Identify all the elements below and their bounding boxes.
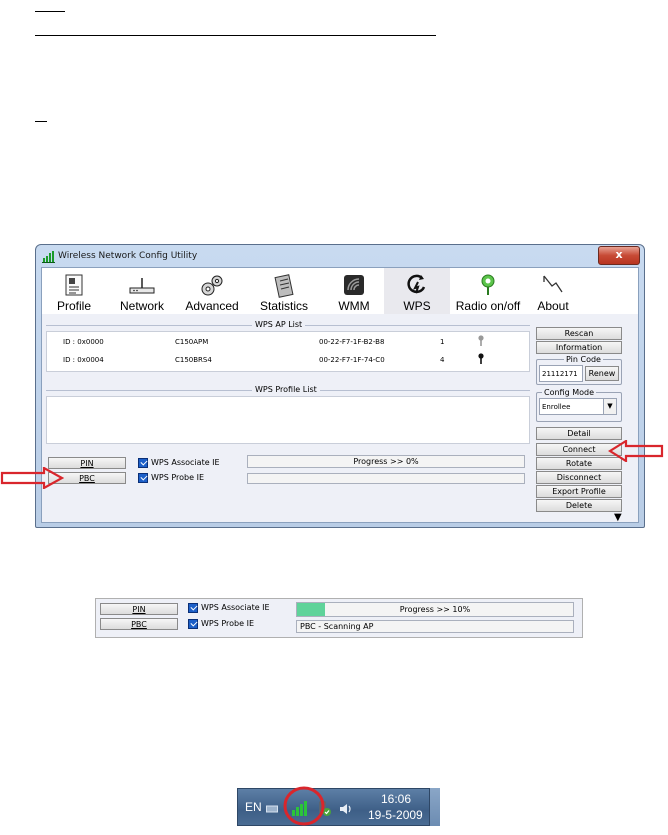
table-row[interactable]: ID : 0x0000 C150APM 00-22-F7-1F-B2-B8 1 — [47, 335, 529, 349]
wps-progress-bar: Progress >> 0% — [247, 455, 525, 468]
wireless-app-icon — [42, 251, 55, 263]
wps-ap-list-title: WPS AP List — [252, 320, 306, 329]
doc-underline-2 — [35, 35, 436, 36]
tab-network[interactable]: Network — [110, 268, 174, 314]
wps-profile-list-title: WPS Profile List — [252, 385, 320, 394]
ap-bssid: 00-22-F7-1F-74-C0 — [319, 356, 385, 364]
ap-bssid: 00-22-F7-1F-B2-B8 — [319, 338, 385, 346]
table-row[interactable]: ID : 0x0004 C150BRS4 00-22-F7-1F-74-C0 4 — [47, 353, 529, 367]
pbc-button[interactable]: PBC — [100, 618, 178, 630]
network-icon — [129, 278, 155, 294]
title-bar[interactable]: Wireless Network Config Utility x — [36, 245, 644, 267]
tab-radio-onoff[interactable]: Radio on/off — [450, 268, 526, 314]
clock-date[interactable]: 19-5-2009 — [368, 808, 423, 822]
config-mode-legend: Config Mode — [542, 388, 597, 397]
highlight-circle-icon — [283, 786, 325, 826]
tab-radio-label: Radio on/off — [455, 299, 521, 313]
language-indicator[interactable]: EN — [245, 800, 262, 814]
radio-icon — [481, 274, 495, 295]
ap-ssid: C150APM — [175, 338, 209, 346]
show-desktop-button[interactable] — [430, 788, 440, 826]
wps-status-field: PBC - Scanning AP — [296, 620, 574, 633]
profile-icon — [65, 274, 83, 296]
pin-button[interactable]: PIN — [100, 603, 178, 615]
doc-underline-3 — [35, 121, 47, 122]
tab-wps[interactable]: WPS — [384, 268, 450, 314]
tab-statistics[interactable]: Statistics — [252, 268, 316, 314]
ap-channel: 1 — [440, 338, 445, 346]
disconnect-button[interactable]: Disconnect — [536, 471, 622, 484]
rescan-button[interactable]: Rescan — [536, 327, 622, 340]
advanced-gears-icon — [201, 275, 223, 296]
ap-ssid: C150BRS4 — [175, 356, 212, 364]
wps-progress-panel: PIN PBC WPS Associate IE WPS Probe IE Pr… — [95, 598, 583, 638]
tab-about[interactable]: About — [530, 268, 576, 314]
wps-page: WPS AP List ID : 0x0000 C150APM 00-22-F7… — [42, 314, 638, 523]
speaker-icon[interactable] — [339, 802, 353, 816]
client-area: Profile Network Advanced Statistics WMM … — [41, 267, 639, 523]
doc-underline-1 — [35, 11, 65, 12]
close-button[interactable]: x — [598, 246, 640, 265]
pin-code-legend: Pin Code — [564, 355, 603, 364]
wps-icon — [407, 274, 426, 294]
wps-status-field — [247, 473, 525, 484]
wps-profile-list[interactable] — [46, 396, 530, 444]
tab-network-label: Network — [119, 299, 164, 313]
detail-button[interactable]: Detail — [536, 427, 622, 440]
wps-probe-ie-checkbox[interactable] — [138, 473, 148, 483]
clock-time[interactable]: 16:06 — [381, 792, 411, 806]
ap-id: ID : 0x0000 — [63, 338, 104, 346]
information-button[interactable]: Information — [536, 341, 622, 354]
toolbar: Profile Network Advanced Statistics WMM … — [42, 268, 638, 314]
wps-associate-ie-label: WPS Associate IE — [151, 458, 220, 467]
wmm-icon — [344, 275, 364, 295]
tab-profile[interactable]: Profile — [46, 268, 102, 314]
system-tray: EN 16:06 19-5-2009 — [237, 788, 430, 826]
window-title: Wireless Network Config Utility — [58, 251, 198, 261]
wps-progress-bar: Progress >> 10% — [296, 602, 574, 617]
wps-associate-ie-checkbox[interactable] — [188, 603, 198, 613]
tab-about-label: About — [537, 299, 569, 313]
keyboard-icon[interactable] — [266, 804, 278, 814]
key-black-icon — [478, 353, 484, 364]
arrow-to-pbc-icon — [0, 467, 64, 489]
wps-associate-ie-checkbox[interactable] — [138, 458, 148, 468]
pin-code-field[interactable]: 21112171 — [539, 365, 583, 382]
chevron-down-icon[interactable]: ▼ — [603, 399, 616, 414]
arrow-to-connect-icon — [608, 440, 664, 462]
about-icon — [543, 275, 563, 293]
wps-associate-ie-label: WPS Associate IE — [201, 603, 270, 612]
config-mode-select[interactable]: Enrollee ▼ — [539, 398, 617, 415]
wireless-config-window: Wireless Network Config Utility x Profil… — [35, 244, 645, 528]
progress-text: Progress >> 10% — [399, 605, 471, 614]
config-mode-value: Enrollee — [542, 403, 571, 411]
ap-id: ID : 0x0004 — [63, 356, 104, 364]
tab-advanced-label: Advanced — [185, 299, 239, 313]
tab-wmm-label: WMM — [338, 299, 370, 313]
tab-statistics-label: Statistics — [259, 299, 308, 313]
scroll-down-arrow-icon[interactable]: ▼ — [614, 513, 622, 523]
wps-probe-ie-label: WPS Probe IE — [151, 473, 205, 482]
wps-probe-ie-label: WPS Probe IE — [201, 619, 255, 628]
renew-button[interactable]: Renew — [585, 366, 619, 381]
tab-advanced[interactable]: Advanced — [180, 268, 244, 314]
key-gray-icon — [478, 335, 484, 346]
delete-button[interactable]: Delete — [536, 499, 622, 512]
tab-wps-label: WPS — [403, 299, 431, 313]
ap-channel: 4 — [440, 356, 445, 364]
statistics-icon — [274, 274, 294, 298]
tab-profile-label: Profile — [56, 299, 91, 313]
wps-ap-list[interactable]: ID : 0x0000 C150APM 00-22-F7-1F-B2-B8 1 … — [46, 331, 530, 372]
progress-text: Progress >> 0% — [353, 457, 419, 466]
tab-wmm[interactable]: WMM — [324, 268, 384, 314]
export-profile-button[interactable]: Export Profile — [536, 485, 622, 498]
wps-probe-ie-checkbox[interactable] — [188, 619, 198, 629]
status-text: PBC - Scanning AP — [300, 622, 374, 631]
